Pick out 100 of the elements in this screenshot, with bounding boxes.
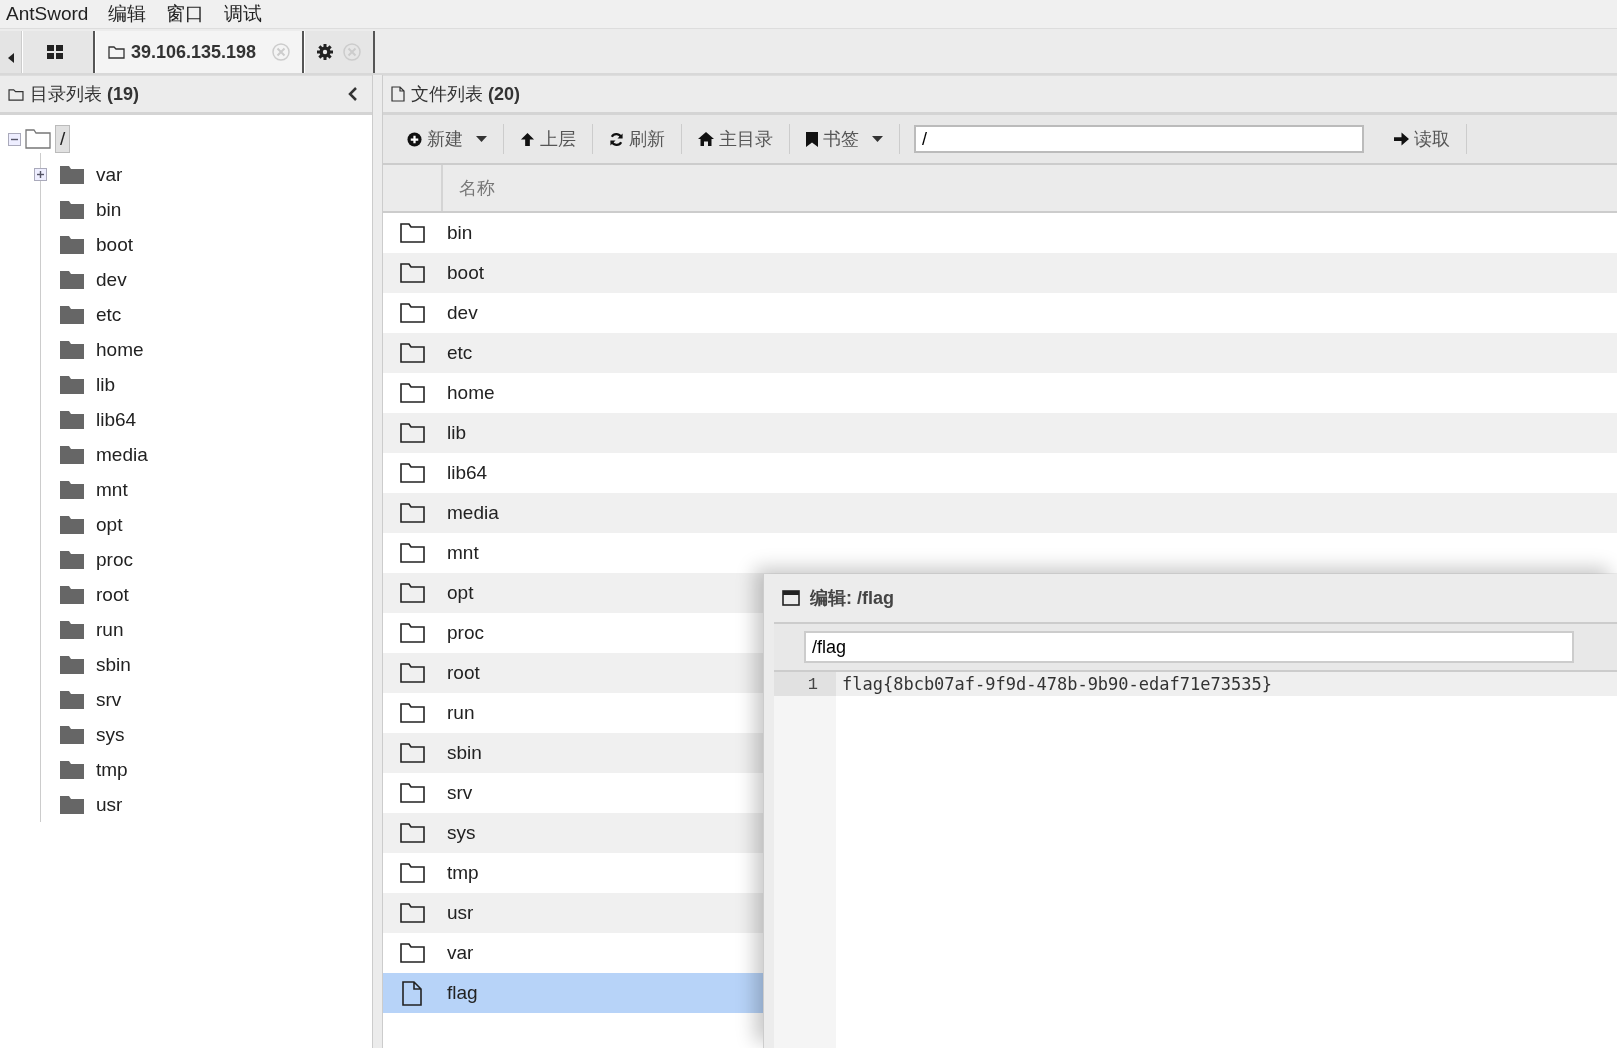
tab[interactable]	[304, 31, 376, 73]
tree-item[interactable]: opt	[92, 511, 127, 538]
folder-icon	[60, 515, 84, 534]
toolbar-button[interactable]: 上层	[504, 124, 593, 154]
plus-circle-icon	[407, 131, 422, 147]
file-name: proc	[446, 622, 484, 644]
folder-icon	[399, 943, 425, 963]
folder-icon	[399, 623, 425, 643]
tree-item[interactable]: proc	[92, 546, 137, 573]
toolbar-button[interactable]: 书签	[790, 124, 900, 154]
scroll-left-button[interactable]	[0, 31, 22, 73]
refresh-icon	[609, 131, 624, 147]
file-name: media	[446, 502, 499, 524]
caret-down-icon	[872, 135, 883, 143]
file-row[interactable]: lib	[383, 413, 1617, 453]
folder-icon	[60, 200, 84, 219]
tree-item[interactable]: var	[92, 161, 127, 188]
toolbar-button[interactable]: 读取	[1378, 124, 1467, 154]
file-icon	[391, 86, 405, 102]
file-row[interactable]: boot	[383, 253, 1617, 293]
file-icon	[402, 980, 422, 1006]
folder-icon	[399, 503, 425, 523]
collapse-icon[interactable]	[348, 87, 358, 101]
collapse-toggle-icon[interactable]	[8, 132, 21, 146]
path-field[interactable]: /flag	[804, 631, 1574, 663]
toolbar-button[interactable]: 新建	[391, 124, 504, 154]
folder-icon	[399, 863, 425, 883]
tree-item[interactable]: dev	[92, 266, 131, 293]
file-row[interactable]: etc	[383, 333, 1617, 373]
toolbar-button[interactable]: 刷新	[593, 124, 682, 154]
tab[interactable]: 39.106.135.198	[95, 31, 305, 73]
folder-icon	[60, 620, 84, 639]
tab[interactable]	[22, 31, 95, 73]
folder-icon	[60, 340, 84, 359]
menu-item[interactable]: AntSword	[6, 3, 89, 25]
file-name: mnt	[446, 542, 479, 564]
file-name: tmp	[446, 862, 479, 884]
folder-icon	[399, 423, 425, 443]
file-row[interactable]: media	[383, 493, 1617, 533]
tree-item[interactable]: tmp	[92, 756, 132, 783]
file-name: usr	[446, 902, 474, 924]
tree-item[interactable]: etc	[92, 301, 126, 328]
tree-item[interactable]: run	[92, 616, 128, 643]
file-name: flag	[446, 982, 478, 1004]
window-title: 编辑: /flag	[810, 587, 894, 610]
folder-icon	[399, 743, 425, 763]
path-field[interactable]: /	[914, 125, 1364, 153]
menu-item[interactable]: 窗口	[166, 1, 205, 27]
tree-item[interactable]: home	[92, 336, 148, 363]
expand-toggle-icon[interactable]	[34, 168, 47, 181]
file-name: home	[446, 382, 495, 404]
window-icon	[782, 590, 800, 606]
tree-item[interactable]: bin	[92, 196, 126, 223]
folder-icon	[60, 690, 84, 709]
tree-item[interactable]: lib	[92, 371, 119, 398]
folder-icon	[399, 823, 425, 843]
file-name: srv	[446, 782, 473, 804]
folder-icon	[399, 783, 425, 803]
folder-icon	[60, 270, 84, 289]
tab-label: 39.106.135.198	[131, 41, 257, 63]
gear-icon	[317, 44, 334, 60]
folder-icon	[25, 129, 51, 149]
folder-icon	[60, 795, 84, 814]
folder-icon	[399, 303, 425, 323]
file-name: sbin	[446, 742, 482, 764]
splitter-handle[interactable]	[373, 75, 383, 1048]
panel-title: 目录列表 (19)	[30, 83, 140, 106]
tree-item[interactable]: sys	[92, 721, 129, 748]
folder-icon	[399, 223, 425, 243]
tree-item[interactable]: root	[92, 581, 133, 608]
tree-item[interactable]: usr	[92, 791, 127, 818]
file-name: lib	[446, 422, 466, 444]
tree-item[interactable]: lib64	[92, 406, 141, 433]
tree-item[interactable]: /	[55, 125, 71, 153]
caret-down-icon	[476, 135, 487, 143]
toolbar-button[interactable]: 主目录	[682, 124, 790, 154]
folder-icon	[399, 663, 425, 683]
tree-item[interactable]: boot	[92, 231, 137, 258]
bookmark-icon	[806, 131, 818, 147]
folder-icon	[60, 550, 84, 569]
folder-icon	[399, 263, 425, 283]
file-name: sys	[446, 822, 476, 844]
folder-icon	[60, 725, 84, 744]
folder-icon	[60, 655, 84, 674]
file-name: boot	[446, 262, 484, 284]
tree-item[interactable]: srv	[92, 686, 126, 713]
tree-item[interactable]: sbin	[92, 651, 135, 678]
file-name: lib64	[446, 462, 488, 484]
folder-icon	[60, 375, 84, 394]
folder-icon	[399, 703, 425, 723]
file-name: run	[446, 702, 475, 724]
code-editor[interactable]: 1 flag{8bcb07af-9f9d-478b-9b90-edaf71e73535}	[774, 672, 1617, 1048]
tree-item[interactable]: media	[92, 441, 152, 468]
column-header[interactable]: 名称	[443, 165, 495, 211]
menu-item[interactable]: 调试	[224, 1, 263, 27]
tree-item[interactable]: mnt	[92, 476, 132, 503]
file-name: etc	[446, 342, 473, 364]
folder-icon	[399, 343, 425, 363]
menu-item[interactable]: 编辑	[108, 1, 147, 27]
folder-icon	[399, 543, 425, 563]
